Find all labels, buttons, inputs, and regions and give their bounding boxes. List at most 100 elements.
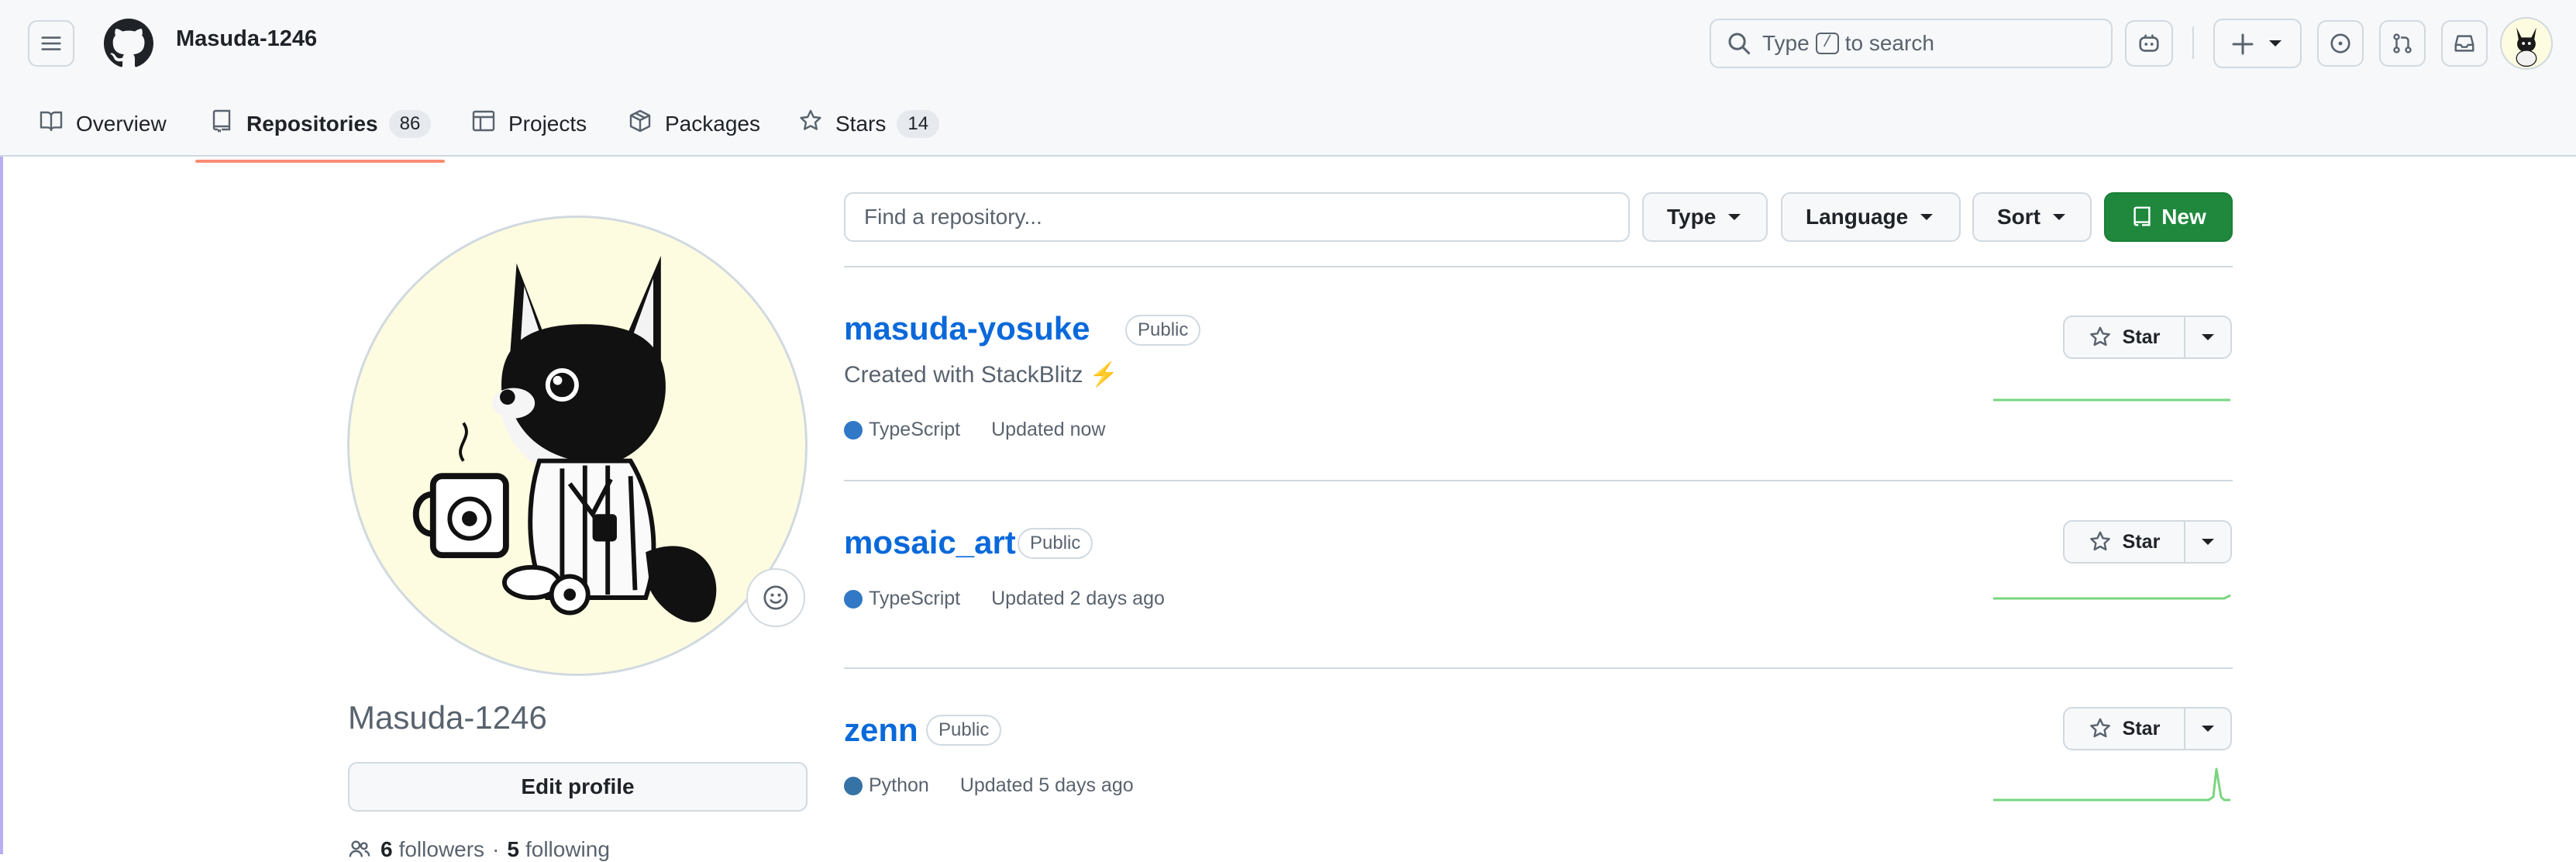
star-icon xyxy=(2089,718,2110,738)
star-list-dropdown[interactable] xyxy=(2185,522,2230,562)
star-button[interactable]: Star xyxy=(2065,522,2185,562)
star-label: Star xyxy=(2122,717,2161,740)
sort-filter-button[interactable]: Sort xyxy=(1972,192,2092,242)
following-count[interactable]: 5 xyxy=(507,837,519,862)
smiley-icon xyxy=(763,585,788,610)
activity-sparkline xyxy=(1993,398,2230,402)
visibility-badge: Public xyxy=(1125,315,1201,346)
sort-filter-label: Sort xyxy=(1997,205,2040,229)
repo-name-link[interactable]: zenn xyxy=(844,712,918,749)
star-icon xyxy=(800,109,821,130)
search-prefix: Type xyxy=(1762,31,1810,55)
chevron-down-icon xyxy=(2202,726,2214,732)
tab-projects[interactable]: Projects xyxy=(471,102,587,161)
find-repository-input[interactable] xyxy=(844,192,1630,242)
search-shortcut-key: / xyxy=(1815,33,1839,54)
followers-link[interactable]: followers xyxy=(399,837,484,862)
profile-username: Masuda-1246 xyxy=(348,699,547,736)
repo-language: Python xyxy=(869,774,929,796)
repositories-count-badge: 86 xyxy=(388,110,432,138)
repo-name-link[interactable]: masuda-yosuke xyxy=(844,310,1090,347)
search-icon xyxy=(1728,33,1751,55)
chevron-down-icon xyxy=(1920,214,1934,220)
profile-avatar[interactable] xyxy=(347,216,808,676)
chevron-down-icon xyxy=(2053,214,2065,220)
app-header: Masuda-1246 Type / to search Overview Re xyxy=(0,0,2576,163)
chevron-down-icon xyxy=(2269,40,2282,47)
tab-packages[interactable]: Packages xyxy=(628,102,760,161)
search-suffix: to search xyxy=(1844,31,1934,55)
plus-icon xyxy=(2232,33,2254,55)
issue-opened-icon xyxy=(2330,33,2350,53)
followers-count[interactable]: 6 xyxy=(381,837,393,862)
pull-requests-button[interactable] xyxy=(2379,20,2426,67)
user-avatar-button[interactable] xyxy=(2500,17,2553,70)
language-color-dot xyxy=(844,776,863,795)
hamburger-icon xyxy=(41,36,61,50)
followers-following: 6 followers · 5 following xyxy=(348,837,610,862)
repo-meta: Python Updated 5 days ago xyxy=(844,774,1134,797)
repo-meta: TypeScript Updated 2 days ago xyxy=(844,588,1165,610)
star-list-dropdown[interactable] xyxy=(2185,317,2230,357)
list-divider xyxy=(844,266,2233,267)
star-button-group: Star xyxy=(2063,315,2232,359)
visibility-badge: Public xyxy=(1018,528,1093,559)
following-link[interactable]: following xyxy=(525,837,610,862)
book-icon xyxy=(40,111,63,132)
repo-icon xyxy=(2133,206,2151,226)
language-filter-button[interactable]: Language xyxy=(1781,192,1961,242)
create-new-button[interactable] xyxy=(2213,19,2302,68)
new-repository-button[interactable]: New xyxy=(2104,192,2233,242)
issues-button[interactable] xyxy=(2317,20,2364,67)
tab-label: Projects xyxy=(508,112,587,136)
tab-label: Packages xyxy=(665,112,760,136)
star-label: Star xyxy=(2122,326,2161,348)
star-icon xyxy=(2089,531,2110,551)
tab-label: Stars xyxy=(835,112,887,136)
star-list-dropdown[interactable] xyxy=(2185,709,2230,749)
repo-language: TypeScript xyxy=(869,419,961,440)
star-button[interactable]: Star xyxy=(2065,709,2185,749)
chevron-down-icon xyxy=(2202,539,2214,545)
star-button-group: Star xyxy=(2063,707,2232,750)
tab-label: Overview xyxy=(76,112,167,136)
new-button-label: New xyxy=(2161,205,2206,229)
copilot-button[interactable] xyxy=(2125,20,2173,67)
dog-avatar-icon xyxy=(2516,27,2537,67)
repo-language: TypeScript xyxy=(869,588,961,609)
star-icon xyxy=(2089,326,2110,347)
owner-name-link[interactable]: Masuda-1246 xyxy=(176,26,317,52)
repo-updated: Updated 5 days ago xyxy=(959,774,1134,796)
edit-profile-button[interactable]: Edit profile xyxy=(348,762,808,812)
search-input[interactable]: Type / to search xyxy=(1710,19,2113,68)
dot-separator: · xyxy=(492,837,500,861)
set-status-button[interactable] xyxy=(746,568,805,627)
pull-request-icon xyxy=(2393,33,2412,53)
github-logo-icon[interactable] xyxy=(104,19,153,68)
list-divider xyxy=(844,480,2233,481)
repo-updated: Updated now xyxy=(991,419,1106,440)
table-icon xyxy=(472,110,495,132)
header-divider xyxy=(2192,26,2194,59)
repo-icon xyxy=(212,109,231,133)
activity-sparkline xyxy=(1993,594,2231,600)
tab-stars[interactable]: Stars 14 xyxy=(798,102,940,161)
repo-name-link[interactable]: mosaic_art xyxy=(844,524,1016,561)
inbox-button[interactable] xyxy=(2441,20,2488,67)
tab-overview[interactable]: Overview xyxy=(39,102,167,161)
menu-button[interactable] xyxy=(28,20,74,67)
type-filter-label: Type xyxy=(1667,205,1717,229)
chevron-down-icon xyxy=(1728,214,1741,220)
activity-sparkline xyxy=(1993,767,2230,802)
star-label: Star xyxy=(2122,530,2161,553)
star-button[interactable]: Star xyxy=(2065,317,2185,357)
tab-label: Repositories xyxy=(246,112,378,136)
list-divider xyxy=(844,667,2233,669)
star-button-group: Star xyxy=(2063,520,2232,564)
language-color-dot xyxy=(844,589,863,609)
stars-count-badge: 14 xyxy=(897,110,940,138)
tab-repositories[interactable]: Repositories 86 xyxy=(195,102,446,163)
chevron-down-icon xyxy=(2202,334,2214,340)
package-icon xyxy=(629,109,651,133)
type-filter-button[interactable]: Type xyxy=(1642,192,1768,242)
